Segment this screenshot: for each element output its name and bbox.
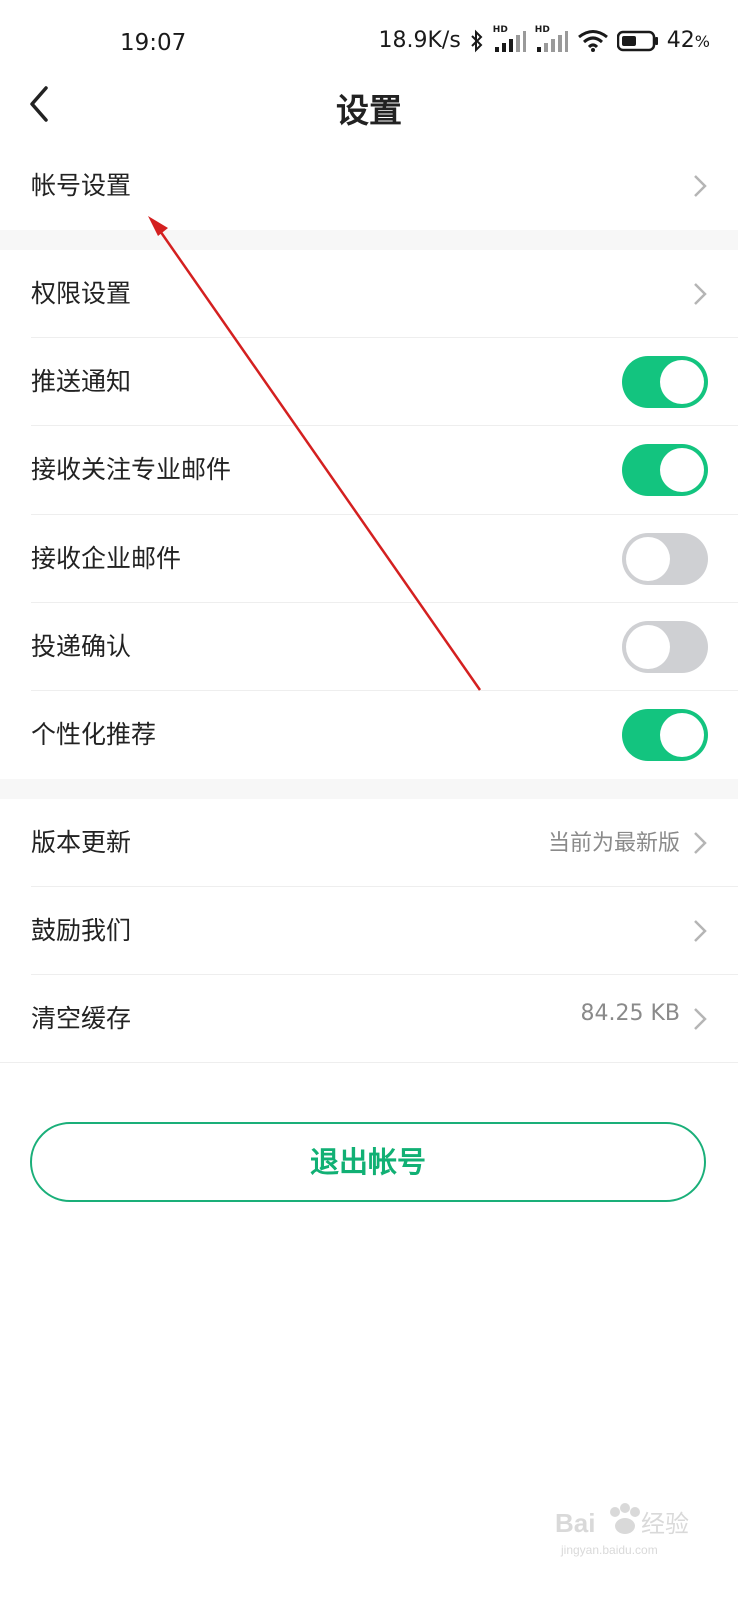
bluetooth-icon xyxy=(471,29,483,52)
status-time: 19:07 xyxy=(120,30,187,56)
chevron-right-icon xyxy=(694,832,707,854)
row-encourage-us[interactable]: 鼓励我们 xyxy=(0,887,738,975)
toggle-knob xyxy=(660,713,704,757)
row-company-mail: 接收企业邮件 xyxy=(0,515,738,603)
svg-text:Bai: Bai xyxy=(555,1508,595,1538)
follow-mail-toggle[interactable] xyxy=(622,444,708,496)
row-label: 权限设置 xyxy=(31,279,132,308)
row-label: 接收企业邮件 xyxy=(31,544,182,573)
chevron-right-icon xyxy=(694,283,707,305)
signal-bars-icon xyxy=(494,30,526,52)
chevron-right-icon xyxy=(694,175,707,197)
logout-button[interactable]: 退出帐号 xyxy=(30,1122,706,1202)
svg-text:经验: 经验 xyxy=(641,1510,689,1538)
signal-1: HD xyxy=(493,25,527,53)
toggle-knob xyxy=(626,625,670,669)
watermark-url: jingyan.baidu.com xyxy=(560,1543,658,1557)
row-version-update[interactable]: 版本更新 当前为最新版 xyxy=(0,799,738,887)
row-label: 接收关注专业邮件 xyxy=(31,455,232,484)
toggle-knob xyxy=(660,448,704,492)
company-mail-toggle[interactable] xyxy=(622,533,708,585)
chevron-right-icon xyxy=(694,1008,707,1030)
status-bar: 19:07 18.9K/s HD HD 42% xyxy=(0,0,738,80)
row-clear-cache[interactable]: 清空缓存 84.25 KB xyxy=(0,975,738,1063)
row-label: 版本更新 xyxy=(31,828,132,857)
row-label: 个性化推荐 xyxy=(31,720,157,749)
signal-bars-icon xyxy=(536,30,568,52)
battery-icon xyxy=(616,30,658,51)
row-label: 推送通知 xyxy=(31,367,132,396)
row-account-settings[interactable]: 帐号设置 xyxy=(0,142,738,230)
row-value: 当前为最新版 xyxy=(547,831,680,856)
toggle-knob xyxy=(660,360,704,404)
row-label: 清空缓存 xyxy=(31,1004,132,1033)
page-title: 设置 xyxy=(336,91,402,130)
baidu-watermark: Bai 经验 jingyan.baidu.com xyxy=(555,1500,705,1560)
row-personalized: 个性化推荐 xyxy=(0,691,738,779)
chevron-right-icon xyxy=(694,920,707,942)
battery-unit: % xyxy=(694,32,710,51)
push-notification-toggle[interactable] xyxy=(622,356,708,408)
row-delivery-confirm: 投递确认 xyxy=(0,603,738,691)
battery-percent: 42 xyxy=(666,28,695,53)
nav-bar: 设置 xyxy=(0,78,738,138)
row-label: 投递确认 xyxy=(31,632,132,661)
delivery-confirm-toggle[interactable] xyxy=(622,621,708,673)
paw-icon: Bai 经验 jingyan.baidu.com xyxy=(555,1503,689,1557)
wifi-icon xyxy=(577,29,608,52)
row-value: 84.25 KB xyxy=(580,1001,681,1026)
row-divider xyxy=(0,1062,738,1063)
row-label: 帐号设置 xyxy=(31,171,132,200)
row-follow-mail: 接收关注专业邮件 xyxy=(0,426,738,514)
section-separator xyxy=(0,230,738,250)
row-push-notification: 推送通知 xyxy=(0,338,738,426)
battery-level: 42% xyxy=(667,28,710,53)
row-permission-settings[interactable]: 权限设置 xyxy=(0,250,738,338)
personalized-toggle[interactable] xyxy=(622,709,708,761)
net-speed: 18.9K/s xyxy=(378,28,461,53)
signal-2: HD xyxy=(535,25,569,53)
row-label: 鼓励我们 xyxy=(31,916,132,945)
status-icons: 18.9K/s HD HD 42% xyxy=(378,25,711,54)
toggle-knob xyxy=(626,537,670,581)
section-separator xyxy=(0,779,738,799)
